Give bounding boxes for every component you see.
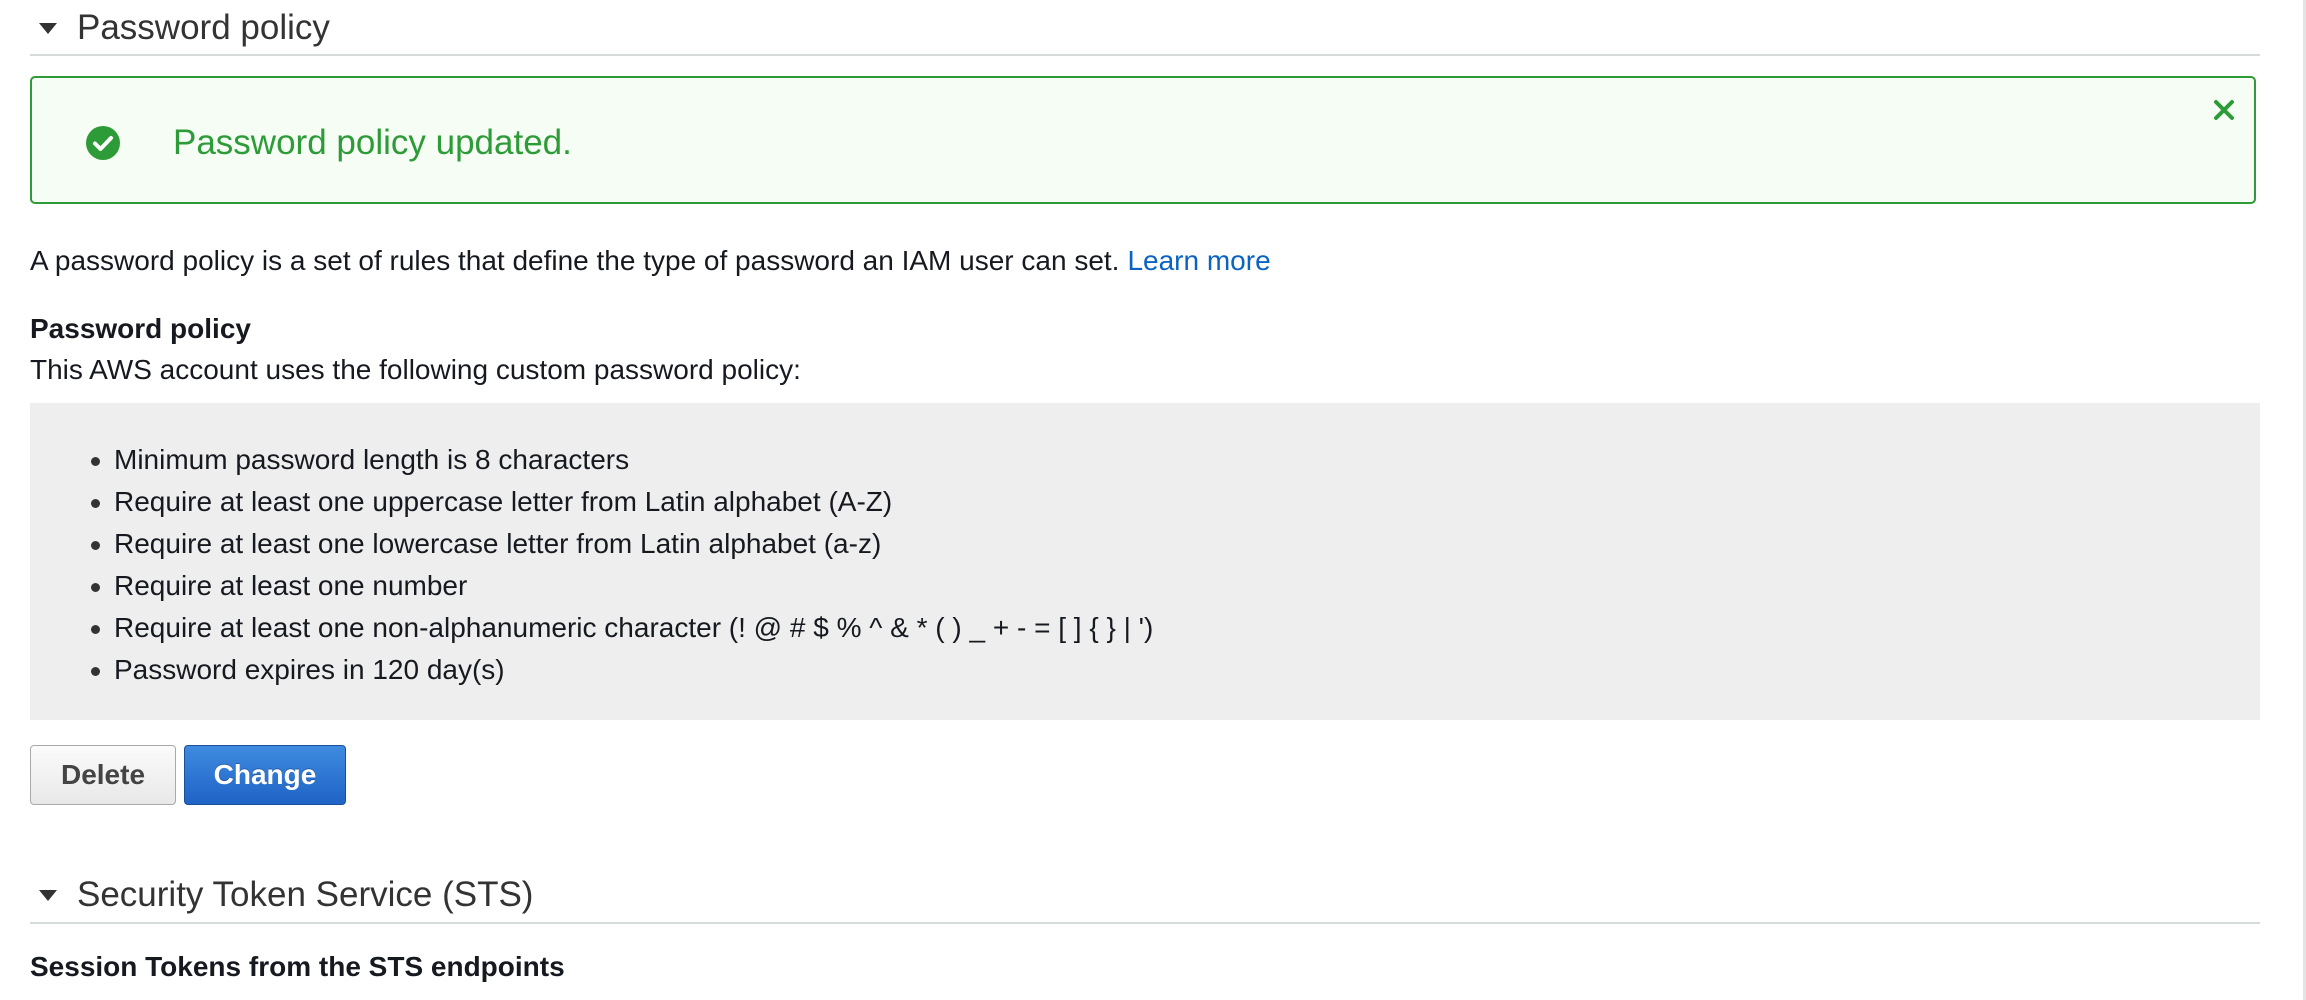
delete-button[interactable]: Delete [30,745,176,805]
caret-down-icon [39,22,57,34]
list-item: Require at least one number [91,565,2260,607]
list-item: Require at least one uppercase letter fr… [91,481,2260,523]
sts-section-title: Security Token Service (STS) [77,874,534,914]
success-alert: Password policy updated. [30,76,2256,204]
caret-down-icon [39,889,57,901]
close-icon[interactable] [2212,98,2236,122]
page: Password policy Password policy updated.… [0,0,2306,1000]
list-item: Password expires in 120 day(s) [91,649,2260,691]
list-item: Minimum password length is 8 characters [91,439,2260,481]
policy-rules-list: Minimum password length is 8 characters … [30,439,2260,691]
alert-message: Password policy updated. [173,123,572,162]
list-item: Require at least one non-alphanumeric ch… [91,607,2260,649]
policy-description: This AWS account uses the following cust… [30,354,801,385]
sts-section-toggle[interactable]: Security Token Service (STS) [30,866,2260,924]
password-policy-section-title: Password policy [77,7,330,47]
policy-rules-box: Minimum password length is 8 characters … [30,403,2260,720]
list-item: Require at least one lowercase letter fr… [91,523,2260,565]
password-policy-intro: A password policy is a set of rules that… [30,244,1271,278]
check-circle-icon [86,126,120,160]
learn-more-link[interactable]: Learn more [1127,245,1270,276]
intro-text: A password policy is a set of rules that… [30,245,1120,276]
password-policy-section-toggle[interactable]: Password policy [30,0,2260,56]
sts-subheading: Session Tokens from the STS endpoints [30,951,565,982]
change-button[interactable]: Change [184,745,346,805]
policy-heading: Password policy [30,313,251,344]
